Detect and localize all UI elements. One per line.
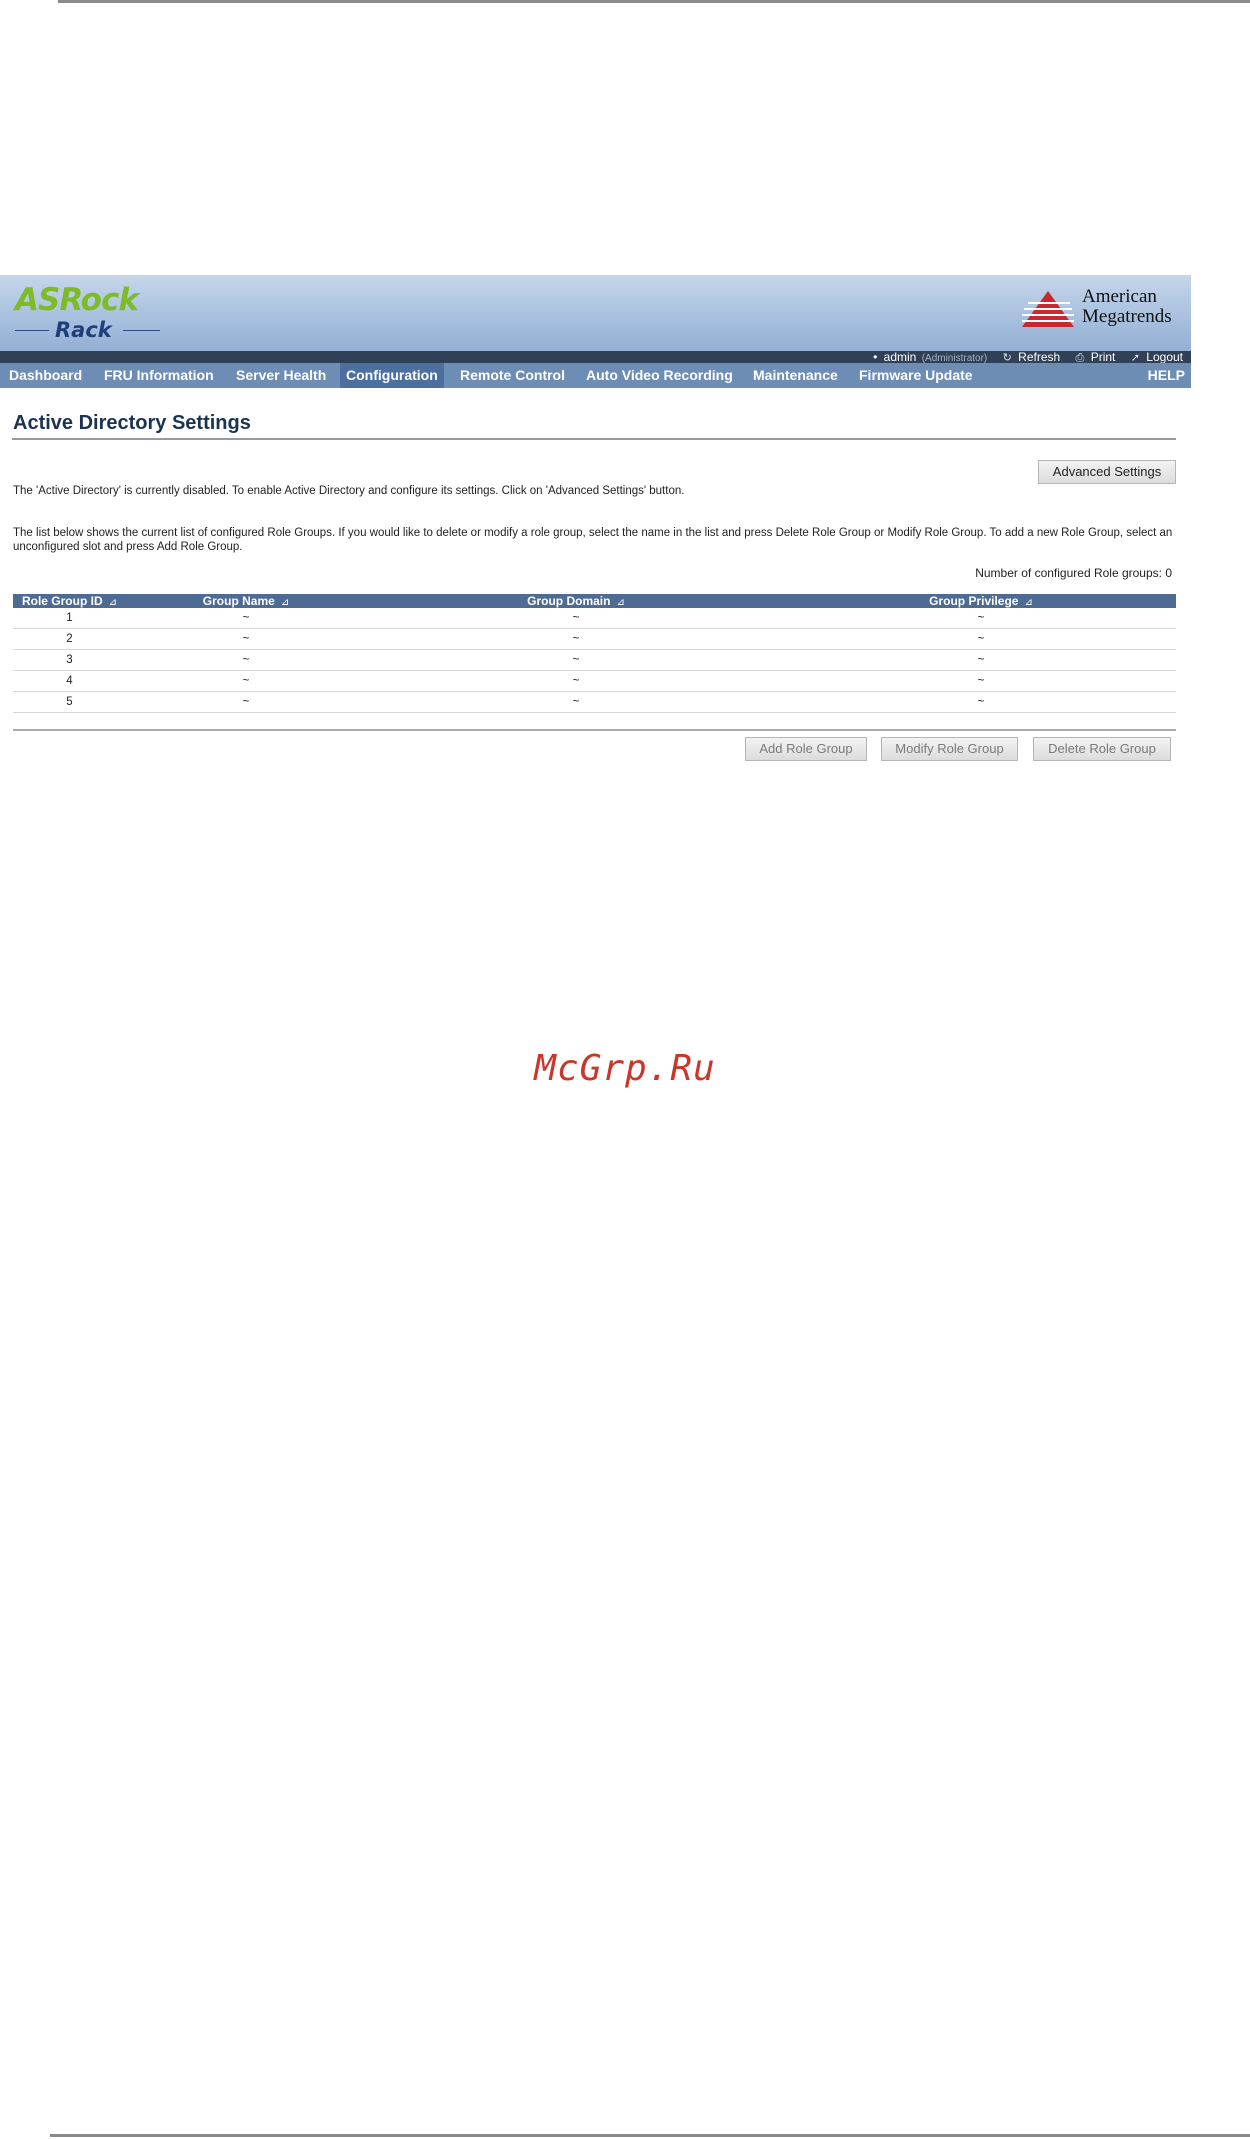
cell-group-domain: ~: [366, 670, 786, 692]
table-row[interactable]: 4 ~ ~ ~: [13, 670, 1176, 692]
asrock-rack-logo: ASRock Rack: [15, 283, 175, 343]
nav-remote-control[interactable]: Remote Control: [460, 363, 565, 388]
nav-configuration[interactable]: Configuration: [340, 363, 444, 388]
watermark-text: McGrp.Ru: [534, 1048, 716, 1089]
nav-maintenance[interactable]: Maintenance: [753, 363, 838, 388]
cell-group-name: ~: [126, 608, 366, 629]
ami-line-2: Megatrends: [1082, 306, 1172, 327]
bmc-web-ui: ASRock Rack American Megatrends • admin …: [0, 275, 1191, 775]
col-role-group-id[interactable]: Role Group ID ⊿: [13, 594, 126, 608]
sort-icon: ⊿: [616, 597, 625, 608]
delete-role-group-button[interactable]: Delete Role Group: [1033, 737, 1171, 761]
ami-line-1: American: [1082, 286, 1157, 307]
print-link[interactable]: Print: [1091, 350, 1116, 364]
ami-wordmark: American Megatrends: [1082, 287, 1172, 327]
modify-role-group-button[interactable]: Modify Role Group: [881, 737, 1018, 761]
cell-group-privilege: ~: [786, 608, 1176, 629]
col-role-group-id-label: Role Group ID: [21, 594, 103, 608]
col-group-name[interactable]: Group Name ⊿: [126, 594, 366, 608]
cell-role-group-id: 3: [13, 649, 126, 671]
user-bar: • admin (Administrator) ↻ Refresh ⎙ Prin…: [0, 350, 1191, 364]
page-bottom-rule: [50, 2134, 1250, 2137]
refresh-link[interactable]: Refresh: [1018, 350, 1060, 364]
cell-group-domain: ~: [366, 608, 786, 629]
logo-line-right: [123, 330, 160, 331]
page-title: Active Directory Settings: [13, 412, 251, 434]
info-message: The list below shows the current list of…: [13, 527, 1173, 553]
nav-help[interactable]: HELP: [1148, 363, 1185, 388]
col-group-privilege-label: Group Privilege: [929, 594, 1019, 608]
nav-auto-video-recording[interactable]: Auto Video Recording: [586, 363, 733, 388]
logo-rack-block: Rack: [15, 319, 160, 341]
table-header-row: Role Group ID ⊿ Group Name ⊿ Group Domain ⊿…: [13, 594, 1176, 608]
cell-group-domain: ~: [366, 649, 786, 671]
sort-icon: ⊿: [280, 597, 290, 608]
col-group-domain[interactable]: Group Domain ⊿: [366, 594, 786, 608]
sort-icon: ⊿: [1024, 597, 1033, 608]
cell-group-privilege: ~: [786, 628, 1176, 650]
add-role-group-button[interactable]: Add Role Group: [745, 737, 867, 761]
status-message: The 'Active Directory' is currently disa…: [13, 485, 685, 497]
role-group-table: Role Group ID ⊿ Group Name ⊿ Group Domain ⊿…: [13, 594, 1176, 713]
logo-asrock-text: ASRock: [15, 282, 139, 318]
cell-group-name: ~: [126, 649, 366, 671]
cell-group-privilege: ~: [786, 691, 1176, 713]
table-row[interactable]: 5 ~ ~ ~: [13, 691, 1176, 713]
cell-role-group-id: 1: [13, 608, 126, 629]
user-bullet-icon: •: [873, 350, 878, 364]
page-top-rule: [58, 0, 1250, 3]
cell-group-privilege: ~: [786, 670, 1176, 692]
main-nav: Dashboard FRU Information Server Health …: [0, 363, 1191, 388]
cell-role-group-id: 5: [13, 691, 126, 713]
advanced-settings-button[interactable]: Advanced Settings: [1038, 460, 1176, 484]
cell-group-name: ~: [126, 670, 366, 692]
ami-triangle-icon: [1022, 291, 1074, 327]
col-group-name-label: Group Name: [202, 594, 275, 608]
title-divider: [12, 438, 1176, 440]
ami-logo: American Megatrends: [1020, 287, 1180, 331]
nav-firmware-update[interactable]: Firmware Update: [859, 363, 973, 388]
cell-role-group-id: 2: [13, 628, 126, 650]
cell-role-group-id: 4: [13, 670, 126, 692]
cell-group-domain: ~: [366, 628, 786, 650]
header-banner: ASRock Rack American Megatrends: [0, 275, 1191, 351]
col-group-privilege[interactable]: Group Privilege ⊿: [786, 594, 1176, 608]
cell-group-privilege: ~: [786, 649, 1176, 671]
logo-line-left: [15, 330, 49, 331]
sort-icon: ⊿: [108, 597, 118, 608]
table-row[interactable]: 1 ~ ~ ~: [13, 608, 1176, 629]
col-group-domain-label: Group Domain: [527, 594, 611, 608]
nav-dashboard[interactable]: Dashboard: [9, 363, 82, 388]
logo-rack-text: Rack: [55, 318, 112, 342]
table-row[interactable]: 3 ~ ~ ~: [13, 649, 1176, 671]
logout-link[interactable]: Logout: [1146, 350, 1183, 364]
username: admin: [883, 350, 917, 364]
table-row[interactable]: 2 ~ ~ ~: [13, 628, 1176, 650]
role-group-count: Number of configured Role groups: 0: [975, 566, 1172, 580]
table-divider: [13, 729, 1176, 731]
cell-group-name: ~: [126, 628, 366, 650]
nav-server-health[interactable]: Server Health: [236, 363, 326, 388]
cell-group-name: ~: [126, 691, 366, 713]
cell-group-domain: ~: [366, 691, 786, 713]
nav-fru-information[interactable]: FRU Information: [104, 363, 214, 388]
